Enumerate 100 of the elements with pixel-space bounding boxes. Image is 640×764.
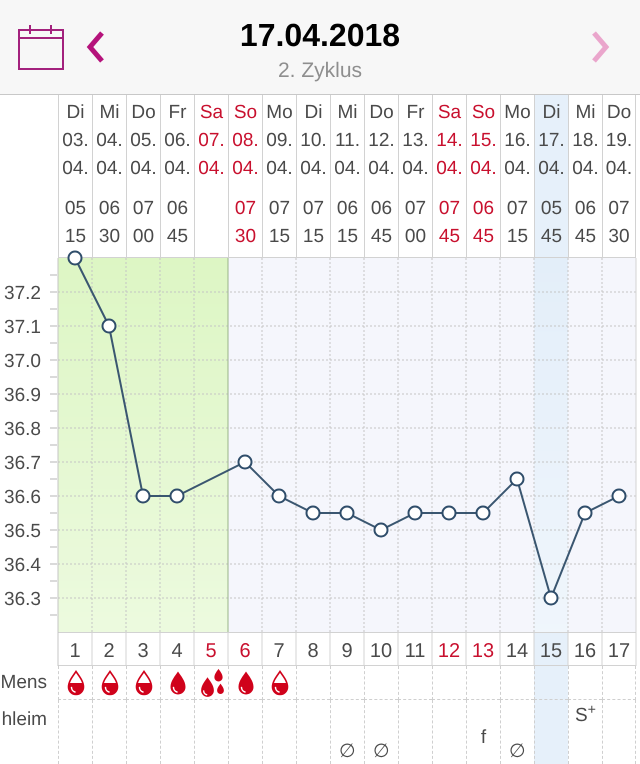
data-point	[272, 488, 286, 504]
cycle-day-number: 2	[103, 640, 115, 662]
entry-cell[interactable]: ∅	[364, 700, 398, 764]
weekday-label: Do	[131, 101, 156, 125]
day-column-header[interactable]: Fr 13. 04. 07 00	[398, 95, 432, 258]
day-column-header[interactable]: Fr 06. 04. 06 45	[160, 95, 194, 258]
month-label: 04.	[470, 157, 497, 181]
day-column-header[interactable]: Di 17. 04. 05 45	[534, 95, 568, 258]
day-of-month: 19.	[606, 129, 632, 153]
entry-cell[interactable]	[194, 666, 228, 700]
day-column-header[interactable]: Do 19. 04. 07 30	[602, 95, 636, 258]
axis-label: 36.9	[4, 385, 41, 406]
entry-cell[interactable]	[160, 666, 194, 700]
time-hour: 05	[64, 197, 86, 221]
entry-cell[interactable]: f	[466, 700, 500, 764]
day-column-header[interactable]: Mo 09. 04. 07 15	[262, 95, 296, 258]
entry-cell[interactable]	[92, 666, 126, 700]
entry-cell[interactable]: S$^{+}$	[568, 700, 602, 764]
entry-cell[interactable]	[534, 700, 568, 764]
entry-cell[interactable]	[296, 666, 330, 700]
row-label: hleim	[2, 708, 47, 732]
time-hour: 07	[132, 197, 154, 221]
data-point	[102, 318, 116, 334]
axis-label: 36.4	[4, 555, 41, 576]
axis-label: 37.1	[4, 317, 41, 338]
time-hour: 07	[404, 197, 426, 221]
month-label: 04.	[232, 157, 259, 181]
axis-label: 36.8	[4, 419, 41, 440]
data-point	[170, 488, 184, 504]
time-minute: 15	[336, 225, 358, 249]
data-point	[238, 454, 252, 470]
weekday-label: Mo	[504, 101, 531, 125]
cycle-day-number: 14	[506, 640, 528, 662]
cycle-day-number: 8	[307, 640, 319, 662]
axis-label: 36.5	[4, 521, 41, 542]
day-column-header[interactable]: Sa 07. 04.	[194, 95, 228, 258]
entry-cell[interactable]	[466, 666, 500, 700]
day-column-header[interactable]: Do 12. 04. 06 45	[364, 95, 398, 258]
month-label: 04.	[368, 157, 395, 181]
weekday-label: Do	[369, 101, 394, 125]
day-of-month: 03.	[62, 129, 89, 153]
entry-cell[interactable]	[534, 666, 568, 700]
cycle-day-number: 11	[404, 640, 426, 662]
weekday-label: So	[472, 101, 496, 125]
cycle-day-number: 17	[608, 640, 630, 662]
weekday-label: Di	[542, 101, 560, 125]
entry-cell[interactable]	[398, 666, 432, 700]
weekday-label: Mi	[575, 101, 596, 125]
calendar-icon[interactable]	[18, 24, 64, 70]
cycle-day-number: 15	[540, 640, 562, 662]
day-column-header[interactable]: So 15. 04. 06 45	[466, 95, 500, 258]
weekday-label: Sa	[438, 101, 462, 125]
entry-cell[interactable]	[602, 700, 636, 764]
weekday-label: Mo	[266, 101, 293, 125]
day-of-month: 08.	[232, 129, 259, 153]
day-column-header[interactable]: Di 10. 04. 07 15	[296, 95, 330, 258]
month-label: 04.	[300, 157, 327, 181]
day-column-header[interactable]: Do 05. 04. 07 00	[126, 95, 160, 258]
entry-cell[interactable]	[58, 666, 92, 700]
day-of-month: 10.	[300, 129, 327, 153]
day-of-month: 14.	[436, 129, 463, 153]
day-column-header[interactable]: Di 03. 04. 05 15	[58, 95, 92, 258]
weekday-label: Fr	[406, 101, 424, 125]
entry-cell[interactable]	[228, 666, 262, 700]
weekday-label: Fr	[168, 101, 186, 125]
axis-label: 37.2	[4, 283, 41, 304]
day-column-header[interactable]: Mi 18. 04. 06 45	[568, 95, 602, 258]
entry-cell[interactable]	[126, 666, 160, 700]
time-minute: 30	[98, 225, 120, 249]
data-point	[408, 506, 422, 520]
entry-cell[interactable]	[432, 666, 466, 700]
month-label: 04.	[402, 157, 429, 181]
time-hour: 07	[234, 197, 256, 221]
entry-cell[interactable]	[364, 666, 398, 700]
month-label: 04.	[266, 157, 293, 181]
cycle-day-number: 9	[341, 640, 353, 662]
day-of-month: 12.	[368, 129, 395, 153]
day-of-month: 04.	[96, 129, 123, 153]
day-column-header[interactable]: Mi 04. 04. 06 30	[92, 95, 126, 258]
cycle-day-number: 6	[239, 640, 251, 662]
time-minute: 15	[302, 225, 324, 249]
time-minute: 15	[268, 225, 290, 249]
time-hour: 06	[472, 197, 494, 221]
time-hour: 07	[506, 197, 528, 221]
data-point	[306, 506, 320, 520]
entry-cell[interactable]: ∅	[330, 700, 364, 764]
time-hour: 07	[438, 197, 460, 221]
month-label: 04.	[436, 157, 463, 181]
entry-cell[interactable]	[262, 666, 296, 700]
time-hour: 07	[302, 197, 324, 221]
entry-cell[interactable]	[602, 666, 636, 700]
day-column-header[interactable]: Mo 16. 04. 07 15	[500, 95, 534, 258]
axis-label: 36.6	[4, 487, 41, 508]
chevron-left-icon[interactable]	[84, 29, 106, 65]
day-of-month: 18.	[572, 129, 599, 153]
entry-cell[interactable]	[330, 666, 364, 700]
day-column-header[interactable]: So 08. 04. 07 30	[228, 95, 262, 258]
entry-cell[interactable]	[568, 666, 602, 700]
day-column-header[interactable]: Mi 11. 04. 06 15	[330, 95, 364, 258]
day-column-header[interactable]: Sa 14. 04. 07 45	[432, 95, 466, 258]
